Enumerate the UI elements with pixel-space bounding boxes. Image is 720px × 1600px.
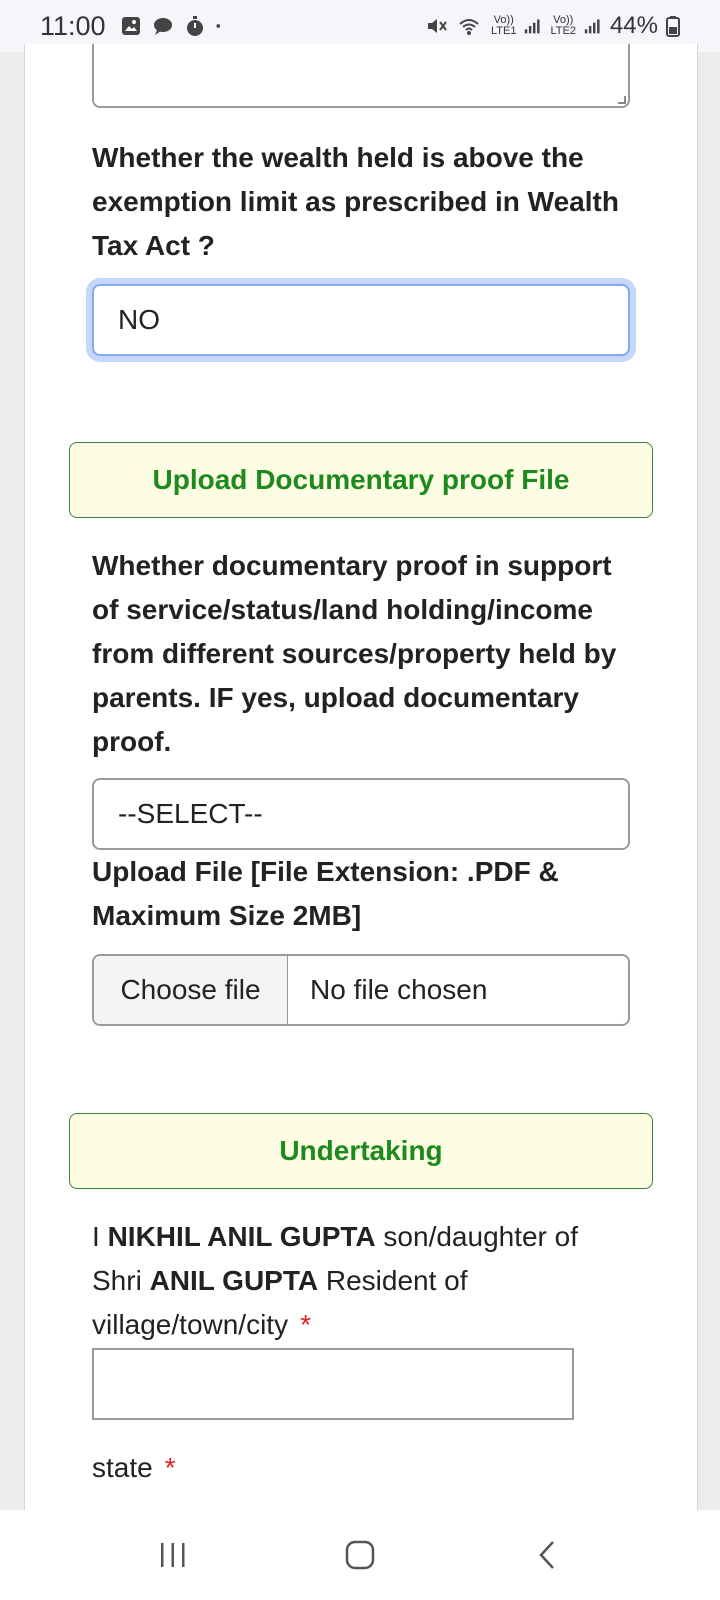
mute-icon <box>427 19 447 33</box>
back-icon <box>538 1541 554 1569</box>
applicant-name: NIKHIL ANIL GUPTA <box>107 1221 376 1252</box>
state-label: state * <box>92 1452 176 1483</box>
file-status-text: No file chosen <box>310 974 488 1005</box>
wealth-exemption-field[interactable]: NO <box>92 284 630 356</box>
state-required-mark: * <box>164 1452 176 1483</box>
form-page: Whether the wealth held is above the exe… <box>24 44 698 1510</box>
back-button[interactable] <box>517 1535 577 1575</box>
proof-select[interactable]: --SELECT-- <box>92 778 630 850</box>
signal-2-icon <box>584 19 600 34</box>
signal-1-label: Vo)) LTE1 <box>490 14 517 37</box>
battery-percent: 44% <box>609 12 658 39</box>
city-input[interactable] <box>92 1348 574 1420</box>
chat-icon <box>153 18 172 35</box>
proof-question-label: Whether documentary proof in support of … <box>92 550 617 757</box>
resize-grip-icon[interactable] <box>618 96 626 104</box>
wealth-question-label: Whether the wealth held is above the exe… <box>92 142 619 261</box>
signal-1-icon <box>525 19 541 34</box>
signal-2-label: Vo)) LTE2 <box>550 14 576 37</box>
undertaking-section-header: Undertaking <box>69 1113 653 1189</box>
timer-icon <box>186 16 203 36</box>
file-input[interactable]: Choose file No file chosen <box>92 954 630 1026</box>
required-mark: * <box>300 1309 311 1340</box>
dot-icon <box>216 24 220 28</box>
gallery-icon <box>121 17 140 35</box>
father-name: ANIL GUPTA <box>149 1265 319 1296</box>
home-icon <box>345 1540 375 1570</box>
upload-file-label: Upload File [File Extension: .PDF & Maxi… <box>92 856 559 931</box>
navigation-bar <box>0 1510 720 1600</box>
home-button[interactable] <box>330 1535 390 1575</box>
upload-section-header: Upload Documentary proof File <box>69 442 653 518</box>
previous-textarea[interactable] <box>92 44 630 108</box>
battery-icon <box>666 16 680 37</box>
clock: 11:00 <box>40 10 106 41</box>
recent-apps-button[interactable] <box>143 1535 203 1575</box>
choose-file-button[interactable]: Choose file <box>94 956 288 1024</box>
undertaking-text: I NIKHIL ANIL GUPTA son/daughter of Shri… <box>92 1221 579 1340</box>
recent-apps-icon <box>161 1543 185 1567</box>
wifi-icon <box>459 19 479 35</box>
